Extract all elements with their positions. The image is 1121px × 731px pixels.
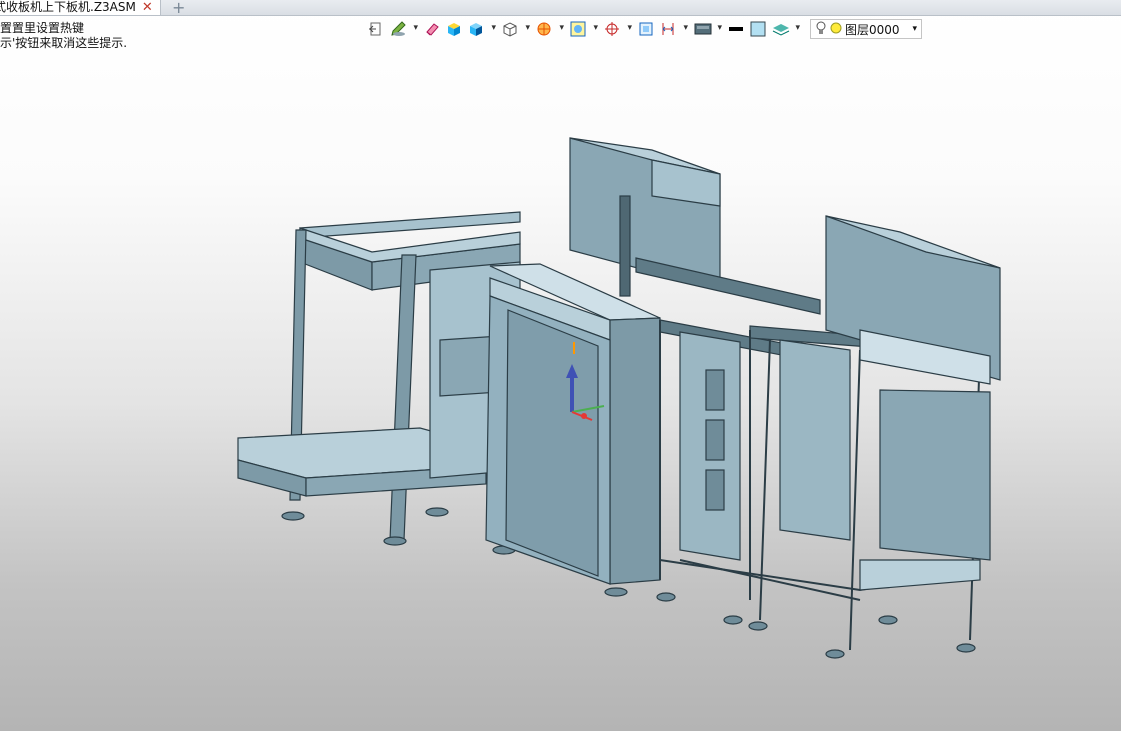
view-filter-icon[interactable]: [568, 19, 600, 39]
layer-stack-icon[interactable]: [770, 19, 802, 39]
chevron-down-icon: ▾: [912, 24, 917, 34]
exit-icon[interactable]: [366, 19, 386, 39]
eraser-icon[interactable]: [422, 19, 442, 39]
hint-line-1: 置置里设置热键: [0, 21, 85, 35]
document-tab[interactable]: 式收板机上下板机.Z3ASM ✕: [0, 0, 161, 15]
fit-view-icon[interactable]: [636, 19, 656, 39]
document-tab-title: 式收板机上下板机.Z3ASM: [0, 0, 136, 14]
view-toolbar: 图层0000 ▾: [366, 17, 922, 41]
bulb-icon: [815, 21, 827, 38]
shaded-cube-icon[interactable]: [444, 19, 464, 39]
display-style-icon[interactable]: [692, 19, 724, 39]
hint-text: 置置里设置热键 示'按钮来取消这些提示.: [0, 21, 127, 51]
front-conveyor-panels: [679, 331, 851, 561]
origin-axis-icon[interactable]: [602, 19, 634, 39]
document-tab-bar: 式收板机上下板机.Z3ASM ✕ +: [0, 0, 1121, 17]
pencil-paint-icon[interactable]: [388, 19, 420, 39]
layer-label: 图层0000: [845, 22, 900, 37]
line-color-icon[interactable]: [726, 19, 746, 39]
main-cabinet: [485, 263, 661, 585]
shaded-blue-cube-icon[interactable]: [466, 19, 498, 39]
model-viewport[interactable]: [0, 48, 1121, 731]
right-lift-tower: [825, 215, 1001, 591]
dimension-icon[interactable]: [658, 19, 690, 39]
layer-dropdown[interactable]: 图层0000 ▾: [810, 19, 922, 39]
layer-color-icon: [830, 22, 842, 37]
close-icon[interactable]: ✕: [142, 0, 153, 15]
wireframe-cube-icon[interactable]: [500, 19, 532, 39]
fill-color-icon[interactable]: [748, 19, 768, 39]
add-tab-icon[interactable]: +: [172, 0, 185, 17]
section-view-icon[interactable]: [534, 19, 566, 39]
